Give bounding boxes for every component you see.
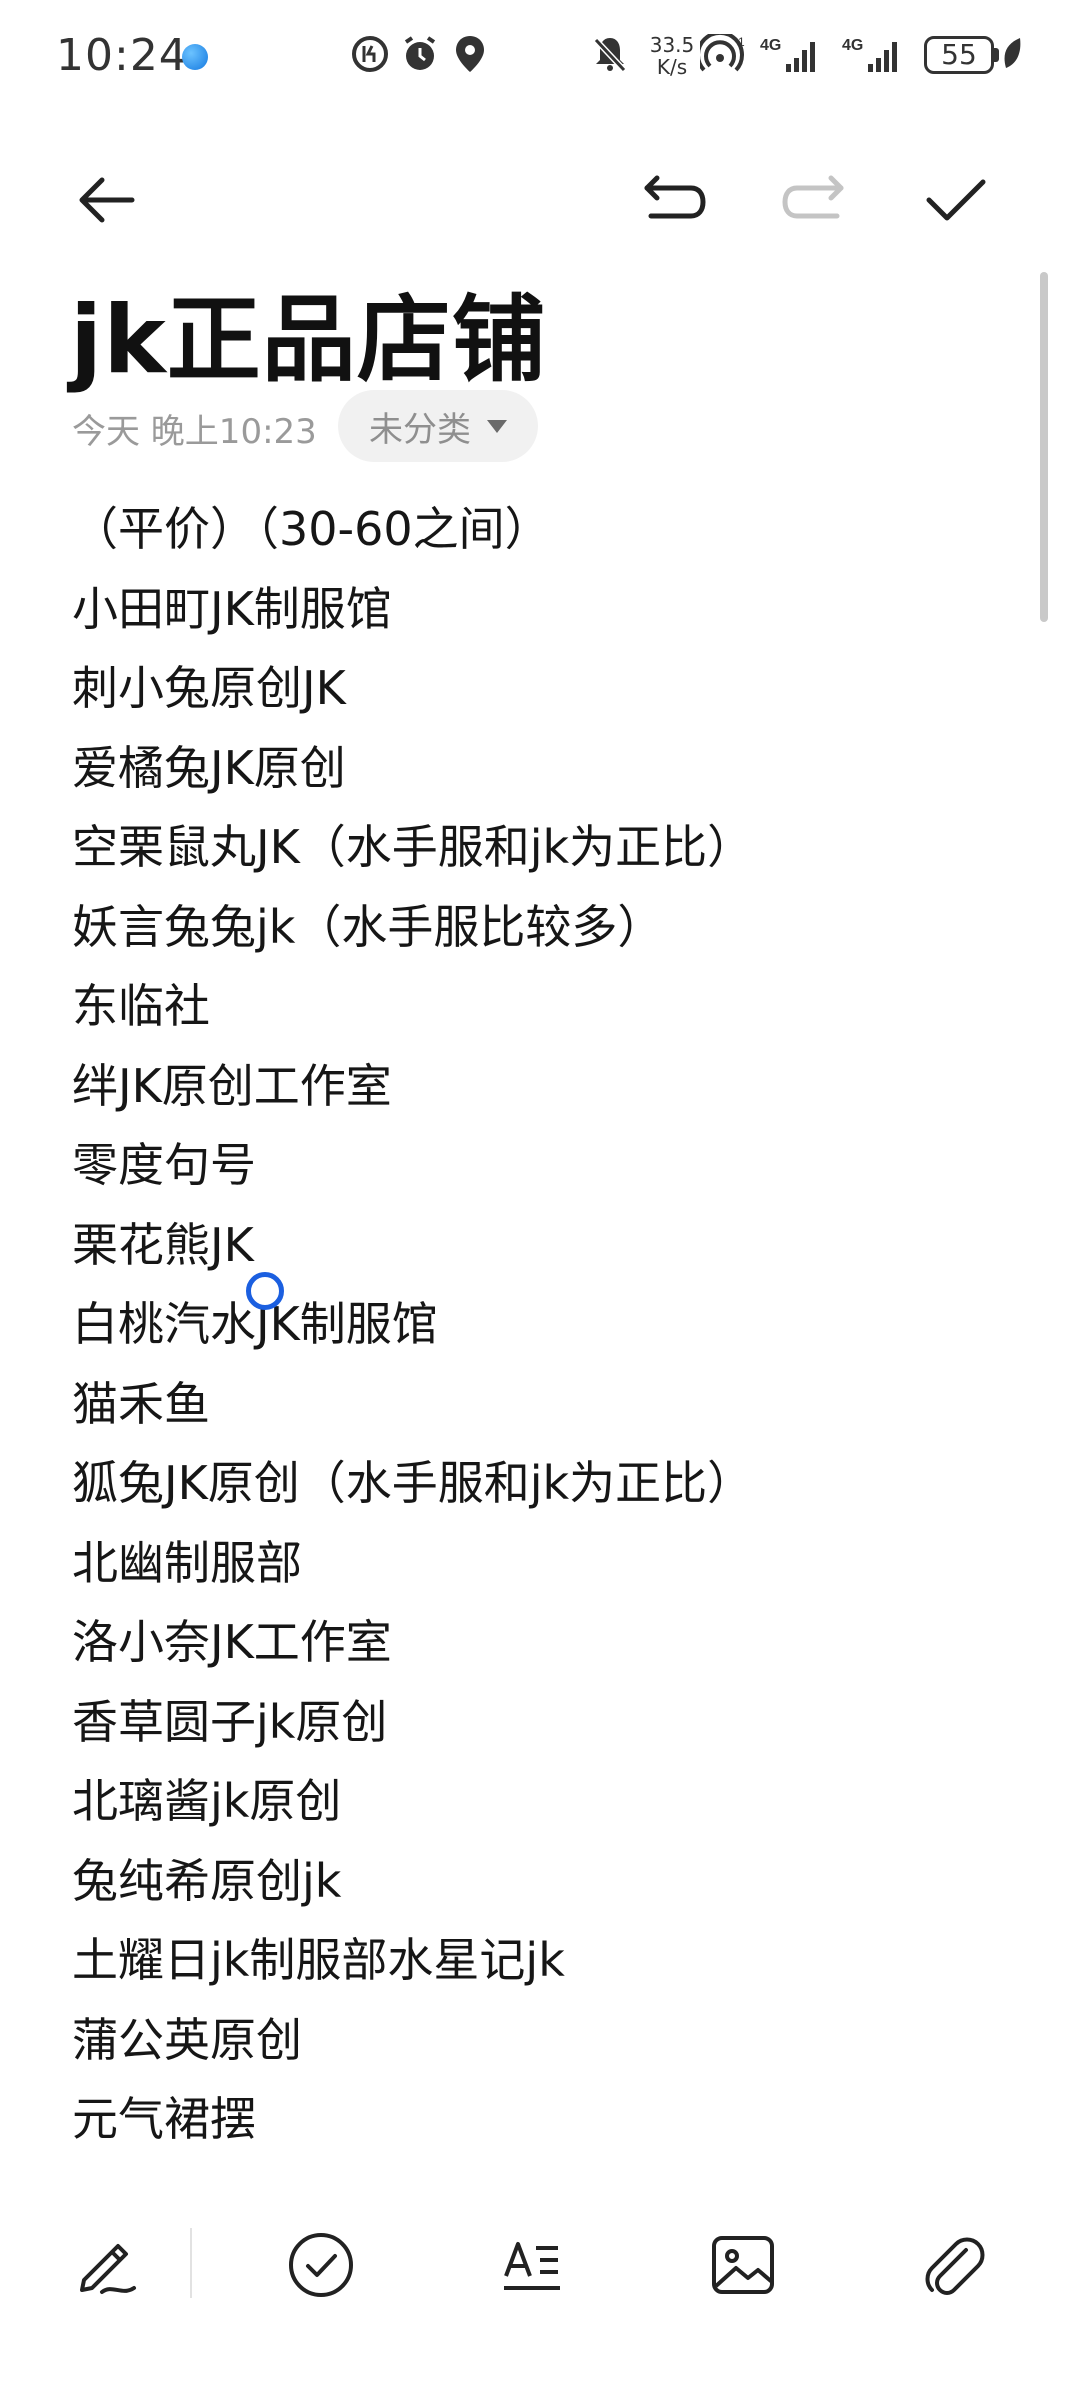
power-saving-leaf-icon	[1004, 38, 1021, 68]
checklist-button[interactable]	[276, 2220, 366, 2310]
note-line: 元气裙摆	[72, 2092, 256, 2146]
back-button[interactable]	[66, 160, 146, 240]
text-cursor-handle[interactable]	[246, 1272, 284, 1310]
note-line: 兔纯希原创jk	[72, 1853, 342, 1908]
note-line: 洛小奈JK工作室	[72, 1615, 392, 1669]
note-line: 北幽制服部	[72, 1535, 302, 1590]
checklist-icon	[289, 2233, 353, 2297]
app-notification-icon	[182, 44, 208, 70]
note-line: （平价）（30-60之间）	[72, 502, 551, 556]
note-date: 今天 晚上10:23	[72, 412, 317, 452]
network-speed-value: 33.5	[649, 33, 695, 57]
text-format-icon	[504, 2242, 560, 2290]
signal-4g-icon-2: 4G	[842, 37, 897, 72]
note-line: 狐兔JK原创（水手服和jk为正比）	[72, 1456, 754, 1510]
note-line: 土耀日jk制服部水星记jk	[72, 1933, 565, 1987]
handwriting-pen-icon	[80, 2244, 136, 2294]
signal-label-2: 4G	[842, 37, 863, 54]
editor-toolbar	[0, 140, 1080, 240]
text-format-button[interactable]	[488, 2220, 578, 2310]
status-time: 10:24	[56, 30, 188, 81]
attachment-button[interactable]	[908, 2220, 998, 2310]
note-line: 栗花熊JK	[72, 1217, 254, 1272]
location-icon	[456, 36, 484, 72]
signal-label-1: 4G	[760, 37, 781, 54]
note-line: 小田町JK制服馆	[72, 581, 392, 636]
note-line: 绊JK原创工作室	[72, 1058, 392, 1113]
note-body[interactable]: （平价）（30-60之间） 小田町JK制服馆 刺小兔原创JK 爱橘兔JK原创 空…	[72, 490, 1032, 2160]
handwriting-button[interactable]	[62, 2220, 152, 2310]
svg-text:1: 1	[738, 35, 745, 49]
undo-button[interactable]	[634, 160, 714, 240]
bottom-toolbar	[0, 2200, 1080, 2330]
hotspot-icon: 1	[700, 34, 745, 72]
mute-bell-icon	[593, 37, 627, 73]
category-label: 未分类	[369, 409, 471, 450]
toolbar-divider	[190, 2228, 192, 2298]
redo-button[interactable]	[774, 160, 854, 240]
note-line: 零度句号	[72, 1138, 256, 1192]
alarm-icon	[404, 36, 436, 70]
note-line: 妖言兔兔jk（水手服比较多）	[72, 899, 664, 954]
note-line: 北璃酱jk原创	[72, 1774, 342, 1828]
checkmark-icon	[926, 179, 986, 221]
category-selector[interactable]: 未分类	[338, 390, 538, 462]
redo-icon	[782, 175, 844, 219]
note-line: 蒲公英原创	[72, 2012, 302, 2067]
chevron-down-icon	[487, 419, 507, 433]
status-bar: 10:24 33.5 K/s 1 4G 4G 55	[0, 0, 1080, 110]
network-speed: 33.5 K/s	[644, 34, 700, 78]
attachment-icon	[925, 2237, 985, 2295]
data-saver-icon	[352, 36, 388, 72]
scrollbar[interactable]	[1040, 272, 1048, 622]
save-check-button[interactable]	[916, 160, 996, 240]
note-line: 香草圆子jk原创	[72, 1694, 388, 1749]
back-arrow-icon	[79, 177, 135, 223]
note-line: 爱橘兔JK原创	[72, 740, 346, 795]
battery-indicator: 55	[924, 36, 994, 74]
note-line: 猫禾鱼	[72, 1376, 210, 1431]
insert-image-button[interactable]	[698, 2220, 788, 2310]
undo-icon	[644, 175, 706, 219]
note-title[interactable]: jk正品店铺	[70, 264, 547, 400]
battery-tip	[994, 48, 999, 62]
signal-4g-icon-1: 4G	[760, 37, 815, 72]
note-line: 东临社	[72, 979, 210, 1033]
note-line: 空栗鼠丸JK（水手服和jk为正比）	[72, 820, 754, 874]
image-icon	[712, 2236, 774, 2294]
note-line: 刺小兔原创JK	[72, 661, 346, 715]
network-speed-unit: K/s	[656, 55, 688, 79]
note-line: 白桃汽水JK制服馆	[72, 1297, 438, 1351]
